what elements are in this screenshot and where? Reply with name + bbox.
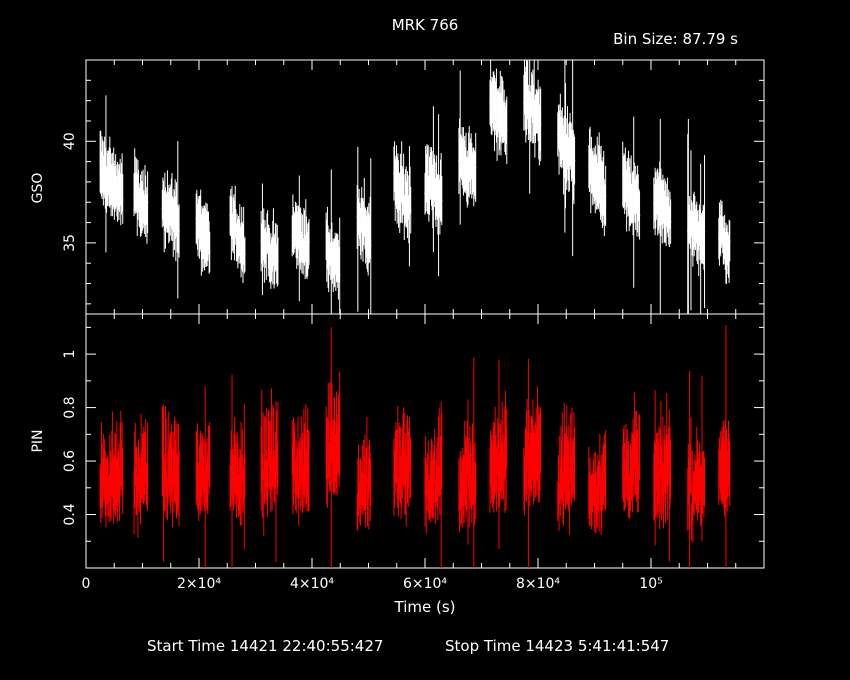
x-tick-label: 6×10⁴ [403, 576, 447, 592]
y-tick-label: 0.4 [62, 503, 78, 525]
x-tick-label: 4×10⁴ [290, 576, 334, 592]
lightcurve-figure: MRK 766 Bin Size: 87.79 s 35 40 0.4 0.6 0.8… [30, 16, 765, 655]
y-tick-label: 0.6 [62, 450, 78, 472]
x-tick-label: 8×10⁴ [516, 576, 560, 592]
start-time-label: Start Time 14421 22:40:55:427 [147, 637, 383, 655]
plot-frame [85, 313, 765, 569]
pin-axis-label: PIN [30, 429, 46, 452]
x-tick-label: 0 [82, 576, 91, 592]
data-points [99, 325, 731, 568]
pin-panel: 0.4 0.6 0.8 1 0 2×10⁴ 4×10⁴ 6×10⁴ 8×10⁴ 10⁵ [62, 313, 765, 592]
bin-size-label: Bin Size: 87.79 s [613, 30, 738, 48]
stop-time-label: Stop Time 14423 5:41:41:547 [445, 637, 669, 655]
time-axis-label: Time (s) [394, 598, 456, 616]
gso-axis-label: GSO [30, 173, 46, 204]
y-tick-label: 40 [62, 132, 78, 150]
gso-panel: 35 40 [62, 59, 765, 315]
x-tick-label: 10⁵ [639, 576, 662, 592]
chart-title: MRK 766 [392, 16, 459, 34]
y-tick-label: 0.8 [62, 396, 78, 418]
x-tick-label: 2×10⁴ [177, 576, 221, 592]
y-tick-label: 1 [62, 350, 78, 359]
y-tick-label: 35 [62, 234, 78, 252]
